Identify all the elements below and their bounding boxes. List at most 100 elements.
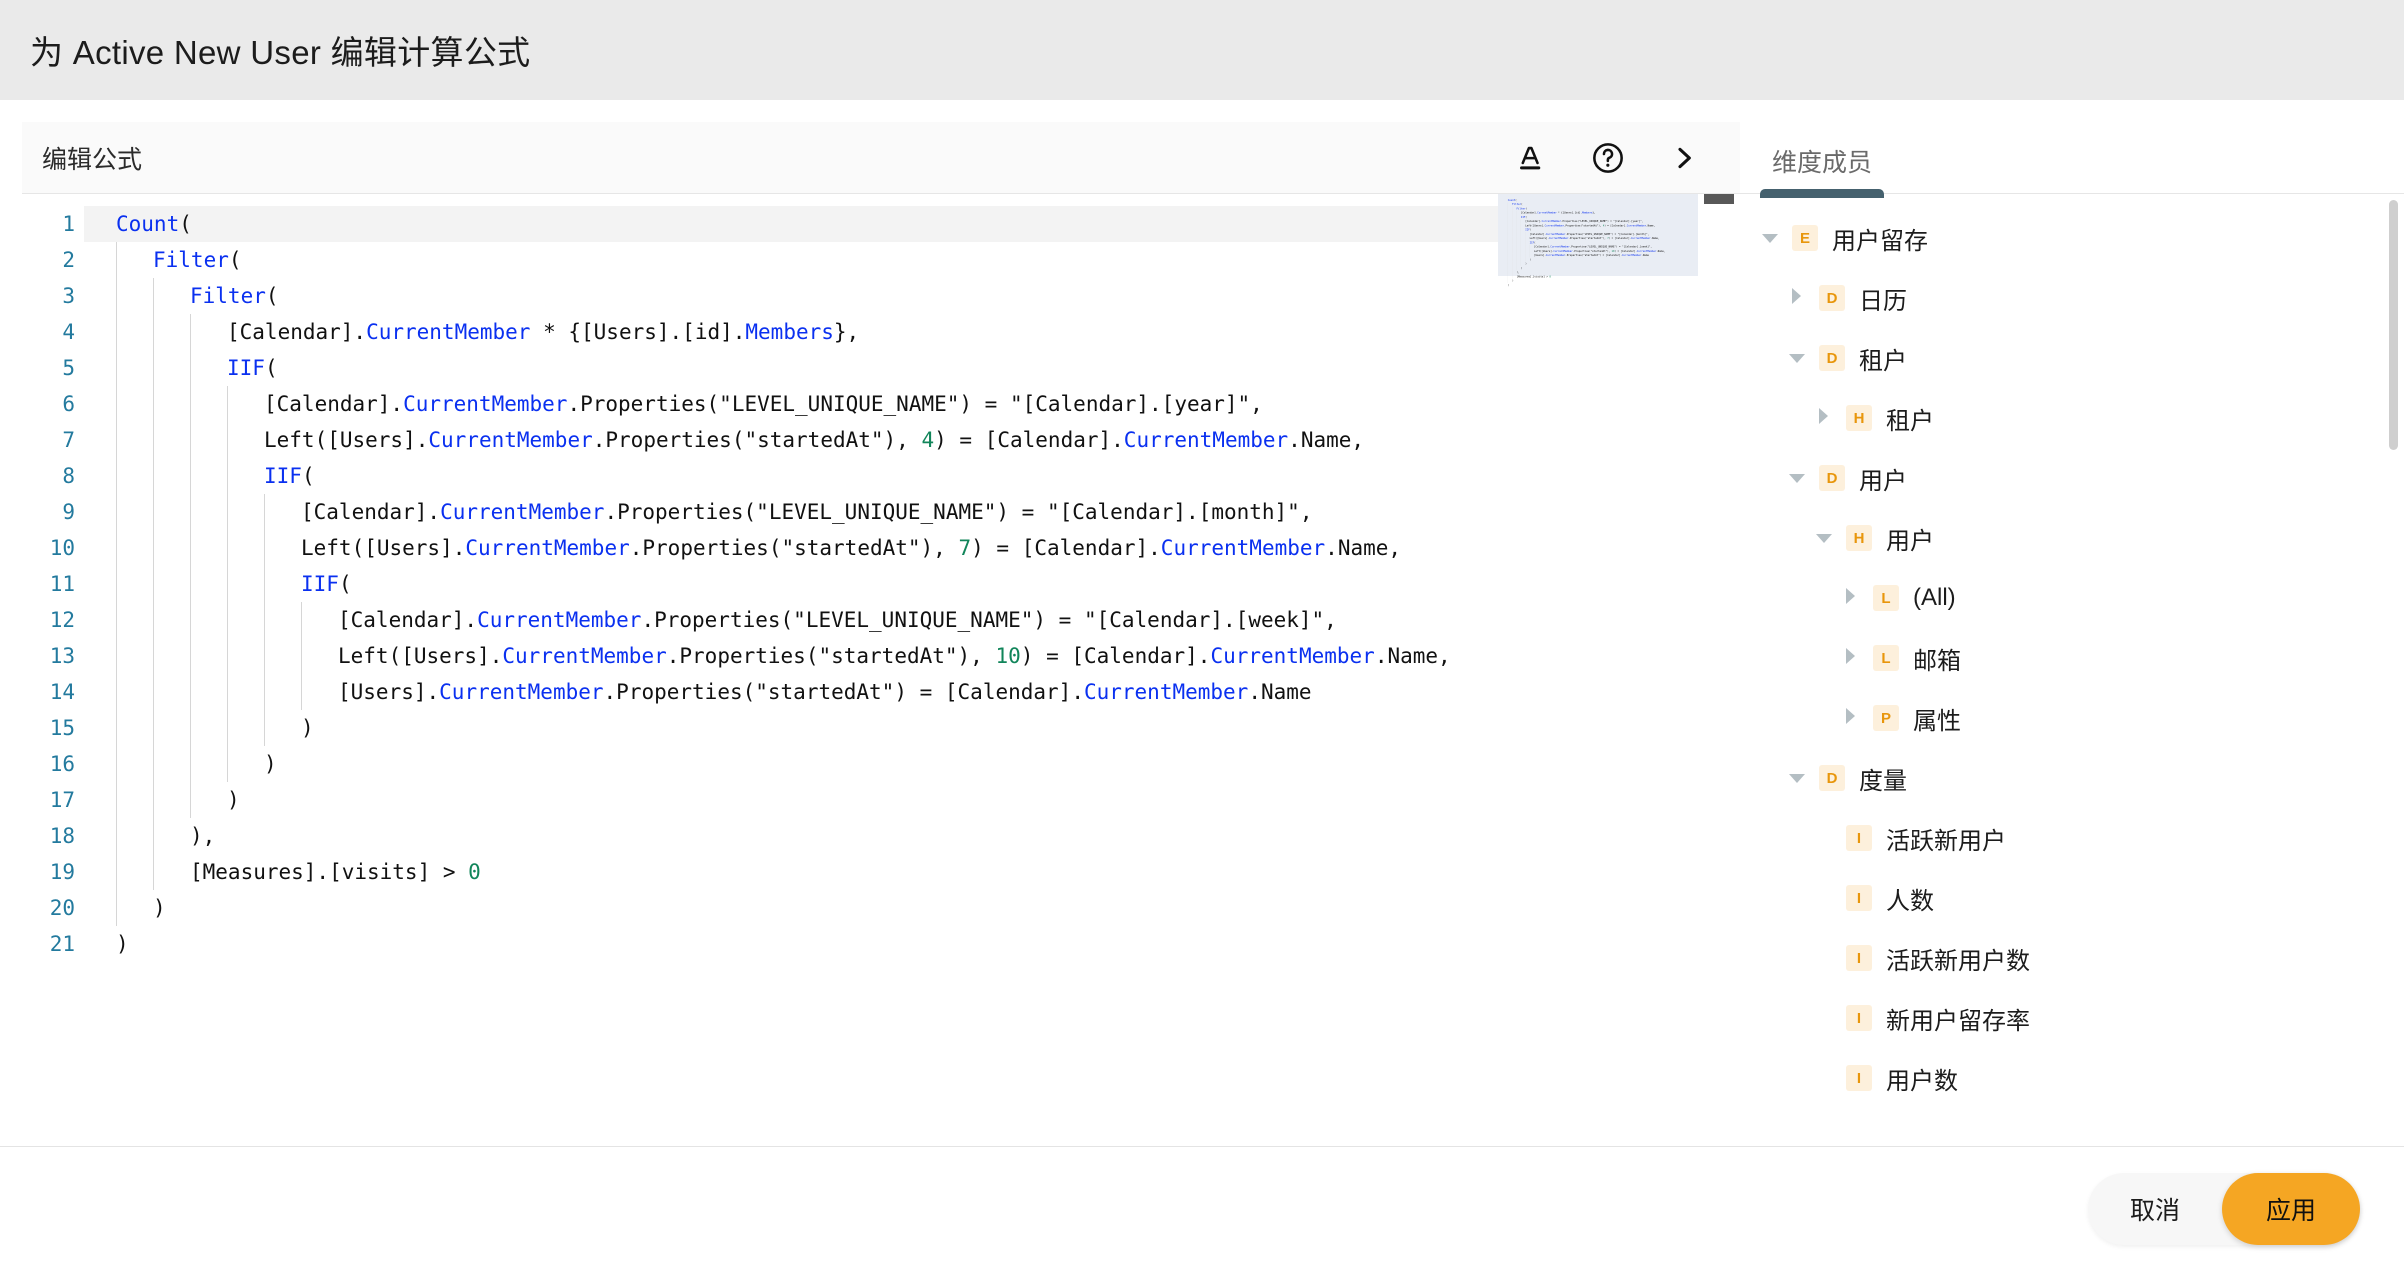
dimension-tree-node[interactable]: L(All) [1740,568,2404,628]
indent-guide [301,638,302,674]
code-editor[interactable]: 123456789101112131415161718192021 Count(… [22,194,1740,1168]
dimension-tree-node[interactable]: D租户 [1740,328,2404,388]
node-type-badge: I [1846,945,1872,971]
chevron-down-icon[interactable] [1760,227,1782,249]
code-token: * {[Users].[id]. [530,320,745,344]
code-line[interactable]: Left([Users].CurrentMember.Properties("s… [84,422,1740,458]
chevron-down-icon[interactable] [1787,347,1809,369]
node-type-badge: D [1819,285,1845,311]
code-line[interactable]: [Calendar].CurrentMember.Properties("LEV… [84,386,1740,422]
dimension-tree-node[interactable]: E用户留存 [1740,208,2404,268]
code-token: ( [339,572,352,596]
code-line-text: ) [116,890,166,926]
edit-formula-dialog: 为 Active New User 编辑计算公式 编辑公式 [0,0,2404,1270]
line-number: 12 [22,602,84,638]
code-line-text: IIF( [116,458,315,494]
chevron-right-icon[interactable] [1841,707,1863,729]
dimension-tree-node[interactable]: I 活跃新用户数 [1740,928,2404,988]
indent-guide [190,458,191,494]
dimension-tree-node[interactable]: D用户 [1740,448,2404,508]
code-token: CurrentMember [440,500,604,524]
code-token: [Users]. [338,680,439,704]
dimension-tree-node[interactable]: D日历 [1740,268,2404,328]
code-line[interactable]: ) [84,926,1740,962]
code-scroll-region[interactable]: Count(Filter(Filter([Calendar].CurrentMe… [84,194,1740,1168]
chevron-right-icon[interactable] [1787,287,1809,309]
indent-guide [190,710,191,746]
line-number: 16 [22,746,84,782]
dimension-tree-node[interactable]: I活跃新用户 [1740,808,2404,868]
chevron-right-icon[interactable] [1814,407,1836,429]
code-line[interactable]: IIF( [84,350,1740,386]
code-line[interactable]: Count( [84,206,1740,242]
code-line[interactable]: ) [84,710,1740,746]
code-token: .Properties("startedAt"), [667,644,996,668]
code-line[interactable]: IIF( [84,566,1740,602]
code-line[interactable]: IIF( [84,458,1740,494]
code-token: CurrentMember [477,608,641,632]
indent-guide [116,602,117,638]
code-line[interactable]: [Measures].[visits] > 0 [84,854,1740,890]
code-line-text: Filter( [116,278,279,314]
code-line[interactable]: Filter( [84,242,1740,278]
chevron-down-icon[interactable] [1814,527,1836,549]
code-minimap[interactable]: Count(Filter(Filter([Calendar].CurrentMe… [1498,194,1698,1168]
indent-guide [190,422,191,458]
indent-guide [190,350,191,386]
code-token: ) [1508,284,1509,287]
node-type-badge: I [1846,825,1872,851]
indent-guide [264,494,265,530]
tab-dimension-members[interactable]: 维度成员 [1772,143,1872,193]
chevron-down-icon[interactable] [1787,767,1809,789]
dimension-tree-node[interactable]: L邮箱 [1740,628,2404,688]
dimension-tree-node[interactable]: H租户 [1740,388,2404,448]
chevron-right-icon[interactable] [1841,587,1863,609]
dimension-tree-node[interactable]: H用户 [1740,508,2404,568]
code-line[interactable]: ) [84,746,1740,782]
indent-guide [153,638,154,674]
dimension-tree-node[interactable]: P属性 [1740,688,2404,748]
code-line[interactable]: ), [84,818,1740,854]
code-line[interactable]: [Calendar].CurrentMember * {[Users].[id]… [84,314,1740,350]
chevron-down-icon[interactable] [1787,467,1809,489]
dimension-tree-node[interactable]: D度量 [1740,748,2404,808]
indent-guide [227,638,228,674]
indent-guide [264,566,265,602]
dimension-tree-node[interactable]: I新用户留存率 [1740,988,2404,1048]
dimension-tree-node[interactable]: I人数 [1740,868,2404,928]
chevron-right-icon[interactable] [1664,138,1704,178]
dimension-tree-node-label: 租户 [1886,401,1934,436]
code-token: CurrentMember [439,680,603,704]
code-line-text: Left([Users].CurrentMember.Properties("s… [116,422,1364,458]
line-number: 18 [22,818,84,854]
help-circle-icon[interactable] [1588,138,1628,178]
code-line-text: [Measures].[visits] > 0 [116,854,481,890]
code-line[interactable]: Filter( [84,278,1740,314]
dimension-tree-node[interactable]: I用户数 [1740,1048,2404,1108]
code-line[interactable]: ) [84,782,1740,818]
indent-guide [153,782,154,818]
dimension-members-panel: 维度成员 E用户留存D日历D租户H租户D用户H用户L(All)L邮箱P属性D度量… [1740,122,2404,1168]
line-number: 5 [22,350,84,386]
code-token: 7 [958,536,971,560]
code-line[interactable]: ) [84,890,1740,926]
chevron-right-icon[interactable] [1841,647,1863,669]
code-line[interactable]: Left([Users].CurrentMember.Properties("s… [84,638,1740,674]
code-vertical-scrollbar-thumb[interactable] [1704,194,1734,204]
apply-button[interactable]: 应用 [2222,1173,2360,1245]
minimap-viewport-slider[interactable] [1498,194,1698,276]
cancel-button[interactable]: 取消 [2088,1173,2222,1245]
indent-guide [116,710,117,746]
dimension-tree-scrollbar-thumb[interactable] [2389,200,2398,450]
code-vertical-scrollbar[interactable] [1698,194,1740,1168]
format-text-icon[interactable] [1512,138,1552,178]
dimension-tree[interactable]: E用户留存D日历D租户H租户D用户H用户L(All)L邮箱P属性D度量I活跃新用… [1740,194,2404,1168]
dimension-tree-node-label: 活跃新用户数 [1886,941,2030,976]
code-line[interactable]: Left([Users].CurrentMember.Properties("s… [84,530,1740,566]
code-line[interactable]: [Calendar].CurrentMember.Properties("LEV… [84,602,1740,638]
code-line-text: ) [1508,279,1514,283]
dimension-tree-scrollbar[interactable] [2389,200,2398,1162]
code-line[interactable]: [Calendar].CurrentMember.Properties("LEV… [84,494,1740,530]
panels-row: 编辑公式 [0,122,2404,1168]
code-line[interactable]: [Users].CurrentMember.Properties("starte… [84,674,1740,710]
